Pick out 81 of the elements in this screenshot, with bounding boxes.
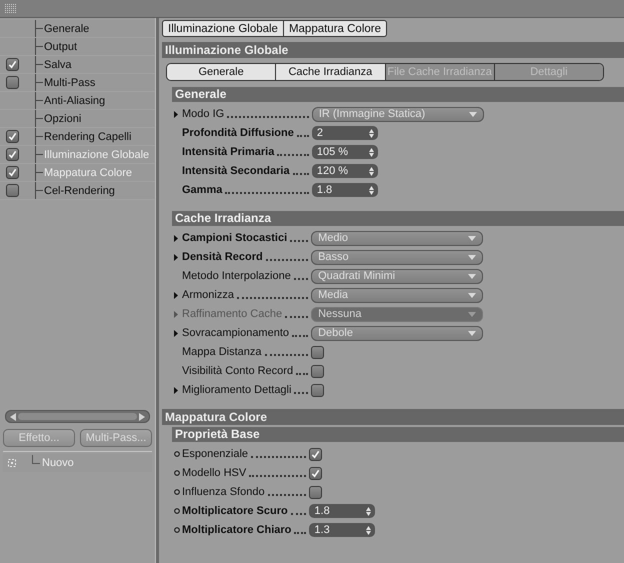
keyframe-circle-icon[interactable] [174, 508, 180, 514]
field-label: Influenza Sfondo [182, 486, 265, 498]
field-label: Miglioramento Dettagli [182, 384, 292, 396]
tab[interactable]: Cache Irradianza [275, 64, 384, 80]
field-label: Armonizza [182, 289, 234, 301]
tab[interactable]: Illuminazione Globale [162, 20, 284, 37]
field-label: Densità Record [182, 251, 263, 263]
field-label: Mappa Distanza [182, 346, 262, 358]
stepper-arrows-icon[interactable] [366, 526, 372, 534]
expand-triangle-icon[interactable] [174, 386, 178, 394]
keyframe-circle-icon[interactable] [174, 527, 180, 533]
tab[interactable]: Generale [167, 64, 276, 80]
checkbox[interactable] [309, 486, 322, 498]
field-label: Metodo Interpolazione [182, 270, 291, 282]
field-label: Sovracampionamento [182, 327, 290, 339]
caret-icon[interactable] [468, 274, 476, 278]
expand-triangle-icon[interactable] [174, 254, 178, 260]
sidebar-item[interactable]: Anti-Aliasing [43, 94, 106, 106]
number-field[interactable]: 1.8 [309, 504, 376, 518]
field-label: Visibilità Conto Record [182, 365, 294, 377]
caret-icon[interactable] [468, 292, 476, 298]
keyframe-circle-icon[interactable] [174, 470, 180, 476]
checkbox[interactable] [6, 184, 19, 197]
group-header: Cache Irradianza [172, 211, 624, 226]
number-field[interactable]: 1.3 [309, 523, 376, 537]
field-label: Raffinamento Cache [182, 308, 282, 320]
stepper-arrows-icon[interactable] [368, 166, 374, 176]
sidebar-item[interactable]: Salva [43, 58, 72, 70]
checkbox[interactable] [309, 448, 322, 460]
keyframe-circle-icon[interactable] [174, 451, 180, 457]
horizontal-scrollbar[interactable] [5, 410, 150, 423]
keyframe-circle-icon[interactable] [174, 489, 180, 495]
field-label: Profondità Diffusione [182, 127, 294, 139]
number-field[interactable]: 120 % [312, 164, 378, 178]
expand-triangle-icon[interactable] [174, 234, 178, 242]
checkbox[interactable] [6, 76, 19, 89]
tab[interactable]: Mappatura Colore [284, 20, 388, 37]
stepper-arrows-icon[interactable] [368, 148, 374, 156]
expand-triangle-icon[interactable] [174, 110, 178, 118]
stepper-arrows-icon[interactable] [368, 186, 374, 194]
field-label: Gamma [182, 184, 222, 196]
sidebar-item[interactable]: Generale [43, 22, 90, 34]
caret-icon[interactable] [468, 330, 476, 336]
field-label: Modello HSV [182, 467, 246, 479]
checkbox[interactable] [6, 130, 19, 143]
field-label: Modo IG [182, 108, 224, 120]
caret-icon[interactable] [468, 236, 476, 240]
checkbox[interactable] [6, 166, 19, 179]
checkbox[interactable] [311, 346, 324, 358]
field-label: Campioni Stocastici [182, 232, 288, 244]
section-header: Mappatura Colore [162, 409, 624, 425]
section-header: Illuminazione Globale [162, 42, 624, 58]
number-field[interactable]: 105 % [312, 145, 378, 159]
field-label: Intensità Primaria [182, 146, 274, 158]
scroll-right-icon[interactable] [139, 412, 145, 420]
expand-triangle-icon[interactable] [174, 330, 178, 336]
group-header: Generale [172, 87, 624, 102]
caret-icon[interactable] [468, 254, 476, 260]
number-field[interactable]: 1.8 [312, 183, 378, 197]
caret-icon[interactable] [468, 112, 477, 116]
scroll-left-icon[interactable] [10, 412, 16, 420]
checkbox[interactable] [311, 384, 324, 396]
group-header: Proprietà Base [172, 427, 624, 442]
field-label: Intensità Secondaria [182, 165, 290, 177]
number-field[interactable]: 2 [312, 126, 378, 140]
checkbox[interactable] [6, 148, 19, 161]
field-label: Esponenziale [182, 448, 248, 460]
checkbox[interactable] [6, 58, 19, 71]
sidebar-item[interactable]: Rendering Capelli [43, 130, 132, 142]
sidebar-item[interactable]: Opzioni [43, 112, 82, 124]
expand-triangle-icon[interactable] [174, 292, 178, 298]
field-label: Moltiplicatore Scuro [182, 505, 288, 517]
sidebar-item[interactable]: Cel-Rendering [43, 184, 115, 196]
checkbox[interactable] [311, 364, 324, 378]
stepper-arrows-icon[interactable] [366, 506, 372, 516]
checkbox[interactable] [309, 466, 322, 480]
stepper-arrows-icon[interactable] [368, 128, 374, 138]
field-label: Moltiplicatore Chiaro [182, 524, 292, 536]
sidebar-item[interactable]: Multi-Pass [43, 76, 96, 88]
sidebar-item[interactable]: Output [43, 40, 78, 52]
dashed-square-icon [8, 459, 16, 467]
